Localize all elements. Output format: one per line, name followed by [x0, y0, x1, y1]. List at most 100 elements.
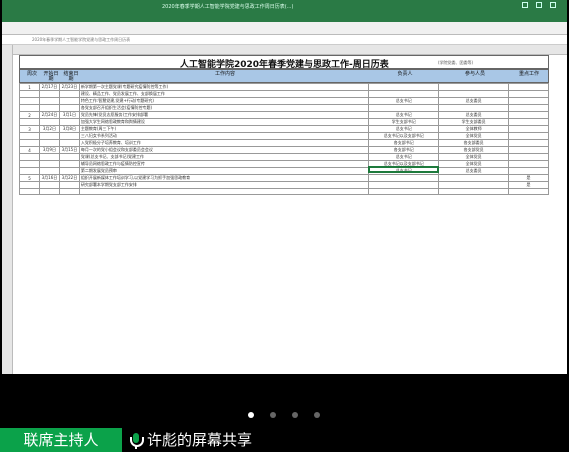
cell-week[interactable] [19, 139, 40, 147]
cell-content[interactable]: 入党积极分子培养教育、培训工作 [78, 139, 370, 147]
cell-participants[interactable]: 全体党员 [438, 132, 510, 140]
cell-end[interactable] [58, 139, 80, 147]
cell-end[interactable] [58, 153, 80, 161]
cell-week[interactable]: 2 [19, 111, 40, 119]
cell-participants[interactable]: 各支部党员 [438, 146, 510, 154]
cell-owner[interactable]: 总支书记 [368, 153, 440, 161]
table-row[interactable]: 5 3月16日 3月22日 组织开展新媒体工作培训学习,以党建学习为抓手加强思政教育 是 [19, 174, 549, 182]
cell-week[interactable] [19, 153, 40, 161]
cell-week[interactable] [19, 167, 40, 175]
cell-content[interactable]: 主题教育(周三下午) [78, 125, 370, 133]
cell-owner[interactable] [368, 90, 440, 98]
cell-end[interactable] [58, 188, 80, 195]
cell-key[interactable] [508, 132, 549, 140]
table-row[interactable]: 特色工作:智慧党建,党建+行动(专题研究) 总支书记 总支委员 [19, 97, 549, 105]
cell-content[interactable]: 党课(总支书记、支部书记)党建工作 [78, 153, 370, 161]
cell-end[interactable]: 3月22日 [58, 174, 80, 182]
cell-owner[interactable]: 总支书记 [368, 111, 440, 119]
cell-week[interactable]: 3 [19, 125, 40, 133]
cell-end[interactable]: 3月15日 [58, 146, 80, 154]
cell-participants[interactable] [438, 181, 510, 189]
cell-week[interactable]: 5 [19, 174, 40, 182]
cell-participants[interactable]: 各支部委员 [438, 139, 510, 147]
cell-participants[interactable]: 全体党员 [438, 153, 510, 161]
formula-bar[interactable]: 2020年春季学期人工智能学院党建与思政工作周日历表 [2, 35, 567, 45]
cell-key[interactable] [508, 160, 549, 168]
cell-start[interactable]: 3月2日 [38, 125, 60, 133]
cell-content[interactable]: 辅导员网络思政工作与疫情防控宣传 [78, 160, 370, 168]
cell-key[interactable] [508, 111, 549, 119]
cell-content[interactable] [78, 188, 370, 195]
table-row[interactable] [19, 188, 549, 195]
cell-start[interactable] [38, 188, 60, 195]
cell-week[interactable] [19, 104, 40, 112]
cell-participants[interactable]: 总支委员 [438, 167, 510, 175]
cell-participants[interactable] [438, 90, 510, 98]
cell-content[interactable]: 特色工作:智慧党建,党建+行动(专题研究) [78, 97, 370, 105]
page-dot[interactable] [314, 412, 320, 418]
cell-owner[interactable]: 各支部书记 [368, 139, 440, 147]
table-row[interactable]: 2 2月24日 3月1日 党员先锋(党员志愿服务)工作安排部署 总支书记 总支委员 [19, 111, 549, 119]
maximize-icon[interactable] [536, 2, 542, 8]
cell-key[interactable] [508, 153, 549, 161]
cell-content[interactable]: 各党支部召开组织生活会(疫情防控专题) [78, 104, 370, 112]
co-host-button[interactable]: 联席主持人 [0, 428, 122, 452]
cell-week[interactable] [19, 160, 40, 168]
cell-week[interactable]: 1 [19, 83, 40, 91]
table-row[interactable]: 1 2月17日 2月23日 新学期第一次主题党课(专题研究疫情防控等工作) [19, 83, 549, 91]
cell-end[interactable] [58, 132, 80, 140]
table-row[interactable]: 4 3月9日 3月15日 每月一次的党小组会议和支部委员会会议 各支部书记 各支部党员 [19, 146, 549, 154]
cell-start[interactable] [38, 97, 60, 105]
cell-owner[interactable] [368, 174, 440, 182]
sheet-title-row[interactable]: 人工智能学院2020年春季党建与思政工作-周日历表 (学院党委、团委等) [19, 55, 549, 70]
cell-participants[interactable]: 学生支部委员 [438, 118, 510, 126]
cell-week[interactable] [19, 118, 40, 126]
selected-cell[interactable] [368, 166, 439, 173]
table-row[interactable]: 党课(总支书记、支部书记)党建工作 总支书记 全体党员 [19, 153, 549, 161]
cell-start[interactable]: 3月16日 [38, 174, 60, 182]
close-icon[interactable] [550, 2, 556, 8]
cell-key[interactable] [508, 146, 549, 154]
cell-content[interactable]: 新学期第一次主题党课(专题研究疫情防控等工作) [78, 83, 370, 91]
cell-owner[interactable] [368, 181, 440, 189]
page-dot[interactable] [248, 412, 254, 418]
cell-content[interactable]: 第二期发展党员预审 [78, 167, 370, 175]
cell-end[interactable] [58, 90, 80, 98]
cell-participants[interactable]: 总支委员 [438, 97, 510, 105]
ribbon-tabs[interactable] [2, 12, 567, 22]
table-header[interactable]: 周次 开始日期 结束日期 工作内容 负责人 参与人员 重点工作 [19, 69, 549, 83]
cell-key[interactable] [508, 188, 549, 195]
cell-owner[interactable]: 总支书记 [368, 97, 440, 105]
page-dot[interactable] [292, 412, 298, 418]
cell-key[interactable] [508, 104, 549, 112]
cell-start[interactable] [38, 132, 60, 140]
cell-content[interactable]: 建设、精品工作、党员发展工作、支部换届工作 [78, 90, 370, 98]
cell-participants[interactable] [438, 174, 510, 182]
cell-start[interactable] [38, 90, 60, 98]
table-row[interactable]: 研究部署本学期党支部工作安排 是 [19, 181, 549, 189]
page-dot[interactable] [270, 412, 276, 418]
cell-content[interactable]: 三八妇女节系列活动 [78, 132, 370, 140]
cell-owner[interactable]: 学生支部书记 [368, 118, 440, 126]
row-headers[interactable] [2, 45, 13, 374]
cell-end[interactable] [58, 118, 80, 126]
cell-owner[interactable] [368, 83, 440, 91]
cell-participants[interactable]: 全体教师 [438, 125, 510, 133]
cell-end[interactable] [58, 181, 80, 189]
cell-week[interactable] [19, 181, 40, 189]
table-row[interactable]: 加强大学生网络思政教育和舆情建设 学生支部书记 学生支部委员 [19, 118, 549, 126]
cell-owner[interactable] [368, 104, 440, 112]
cell-start[interactable] [38, 181, 60, 189]
table-row[interactable]: 辅导员网络思政工作与疫情防控宣传 总支书记以及支部书记 全体党员 [19, 160, 549, 168]
cell-content[interactable]: 每月一次的党小组会议和支部委员会会议 [78, 146, 370, 154]
table-row[interactable]: 各党支部召开组织生活会(疫情防控专题) [19, 104, 549, 112]
cell-start[interactable] [38, 139, 60, 147]
table-row[interactable]: 建设、精品工作、党员发展工作、支部换届工作 [19, 90, 549, 98]
column-headers[interactable] [12, 45, 567, 55]
cell-start[interactable] [38, 118, 60, 126]
cell-start[interactable] [38, 153, 60, 161]
table-row[interactable]: 三八妇女节系列活动 总支书记以及支部书记 全体党员 [19, 132, 549, 140]
table-row[interactable]: 3 3月2日 3月8日 主题教育(周三下午) 总支书记 全体教师 [19, 125, 549, 133]
table-row[interactable]: 第二期发展党员预审 总支书记 总支委员 [19, 167, 549, 175]
cell-content[interactable]: 组织开展新媒体工作培训学习,以党建学习为抓手加强思政教育 [78, 174, 370, 182]
